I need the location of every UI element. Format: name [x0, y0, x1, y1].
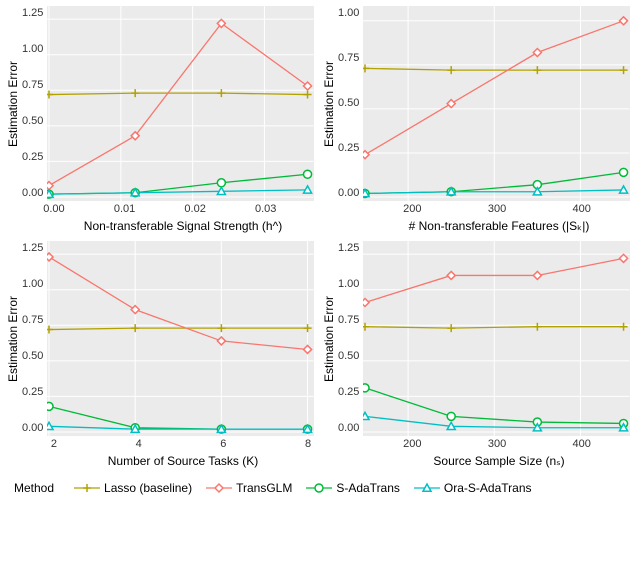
panel-tl: Estimation Error 1.25 1.00 0.75 0.50 0.25 0.0… [4, 6, 314, 237]
xtick-label: 300 [488, 438, 506, 450]
ytick-label: 0.75 [22, 80, 43, 91]
ytick-label: 1.00 [338, 279, 359, 290]
chart-grid: Estimation Error 1.25 1.00 0.75 0.50 0.25 0.0… [0, 0, 640, 472]
ylabel: Estimation Error [4, 6, 22, 201]
yaxis: 1.25 1.00 0.75 0.50 0.25 0.00 [22, 6, 47, 201]
panel-tr: Estimation Error 1.00 0.75 0.50 0.25 0.00 20… [320, 6, 630, 237]
ytick-label: 0.50 [338, 98, 359, 109]
xtick-label: 6 [220, 438, 226, 450]
xtick-label: 0.03 [255, 203, 276, 215]
legend-label: S-AdaTrans [336, 481, 400, 495]
ytick-label: 1.25 [22, 8, 43, 19]
xtick-label: 4 [136, 438, 142, 450]
ytick-label: 0.00 [22, 423, 43, 434]
ytick-label: 0.25 [338, 143, 359, 154]
ytick-label: 1.00 [22, 44, 43, 55]
ytick-label: 0.50 [338, 351, 359, 362]
xaxis: 0.00 0.01 0.02 0.03 [4, 201, 314, 217]
xaxis: 200 300 400 [320, 436, 630, 452]
plot-area [47, 6, 314, 201]
legend-item: TransGLM [206, 480, 292, 496]
xtick-label: 0.02 [184, 203, 205, 215]
ytick-label: 0.75 [22, 315, 43, 326]
legend-item: S-AdaTrans [306, 480, 400, 496]
ylabel: Estimation Error [4, 241, 22, 436]
xlabel: Non-transferable Signal Strength (h^) [52, 217, 314, 237]
ytick-label: 0.25 [338, 387, 359, 398]
plot-area [363, 6, 630, 201]
xtick-label: 400 [573, 203, 591, 215]
plot-area [363, 241, 630, 436]
ytick-label: 0.25 [22, 152, 43, 163]
plot-area [47, 241, 314, 436]
xlabel: # Non-transferable Features (|Sₖ|) [368, 217, 630, 237]
xtick-label: 200 [403, 438, 421, 450]
panel-br: Estimation Error 1.25 1.00 0.75 0.50 0.25 0.0… [320, 241, 630, 472]
ylabel: Estimation Error [320, 6, 338, 201]
ytick-label: 1.25 [338, 243, 359, 254]
xtick-label: 400 [573, 438, 591, 450]
legend-swatch [206, 480, 232, 496]
legend-label: Ora-S-AdaTrans [444, 481, 532, 495]
ytick-label: 0.00 [22, 188, 43, 199]
ylabel: Estimation Error [320, 241, 338, 436]
legend-swatch [74, 480, 100, 496]
xtick-label: 0.01 [114, 203, 135, 215]
ytick-label: 0.75 [338, 315, 359, 326]
panel-bl: Estimation Error 1.25 1.00 0.75 0.50 0.25 0.0… [4, 241, 314, 472]
yaxis: 1.25 1.00 0.75 0.50 0.25 0.00 [22, 241, 47, 436]
xlabel: Number of Source Tasks (K) [52, 452, 314, 472]
xaxis: 200 300 400 [320, 201, 630, 217]
legend-label: TransGLM [236, 481, 292, 495]
xtick-label: 2 [51, 438, 57, 450]
legend-item: Ora-S-AdaTrans [414, 480, 532, 496]
ytick-label: 0.00 [338, 188, 359, 199]
legend-label: Lasso (baseline) [104, 481, 192, 495]
legend-swatch [306, 480, 332, 496]
legend-title: Method [14, 481, 54, 495]
ytick-label: 1.00 [22, 279, 43, 290]
xtick-label: 0.00 [43, 203, 64, 215]
ytick-label: 0.75 [338, 53, 359, 64]
ytick-label: 1.25 [22, 243, 43, 254]
yaxis: 1.00 0.75 0.50 0.25 0.00 [338, 6, 363, 201]
xtick-label: 300 [488, 203, 506, 215]
ytick-label: 0.50 [22, 116, 43, 127]
xlabel: Source Sample Size (nₛ) [368, 452, 630, 472]
xaxis: 2 4 6 8 [4, 436, 314, 452]
xtick-label: 200 [403, 203, 421, 215]
ytick-label: 1.00 [338, 8, 359, 19]
legend-swatch [414, 480, 440, 496]
xtick-label: 8 [305, 438, 311, 450]
ytick-label: 0.50 [22, 351, 43, 362]
yaxis: 1.25 1.00 0.75 0.50 0.25 0.00 [338, 241, 363, 436]
legend-item: Lasso (baseline) [74, 480, 192, 496]
ytick-label: 0.00 [338, 423, 359, 434]
ytick-label: 0.25 [22, 387, 43, 398]
legend: Method Lasso (baseline) TransGLM S-AdaTr… [0, 472, 640, 506]
